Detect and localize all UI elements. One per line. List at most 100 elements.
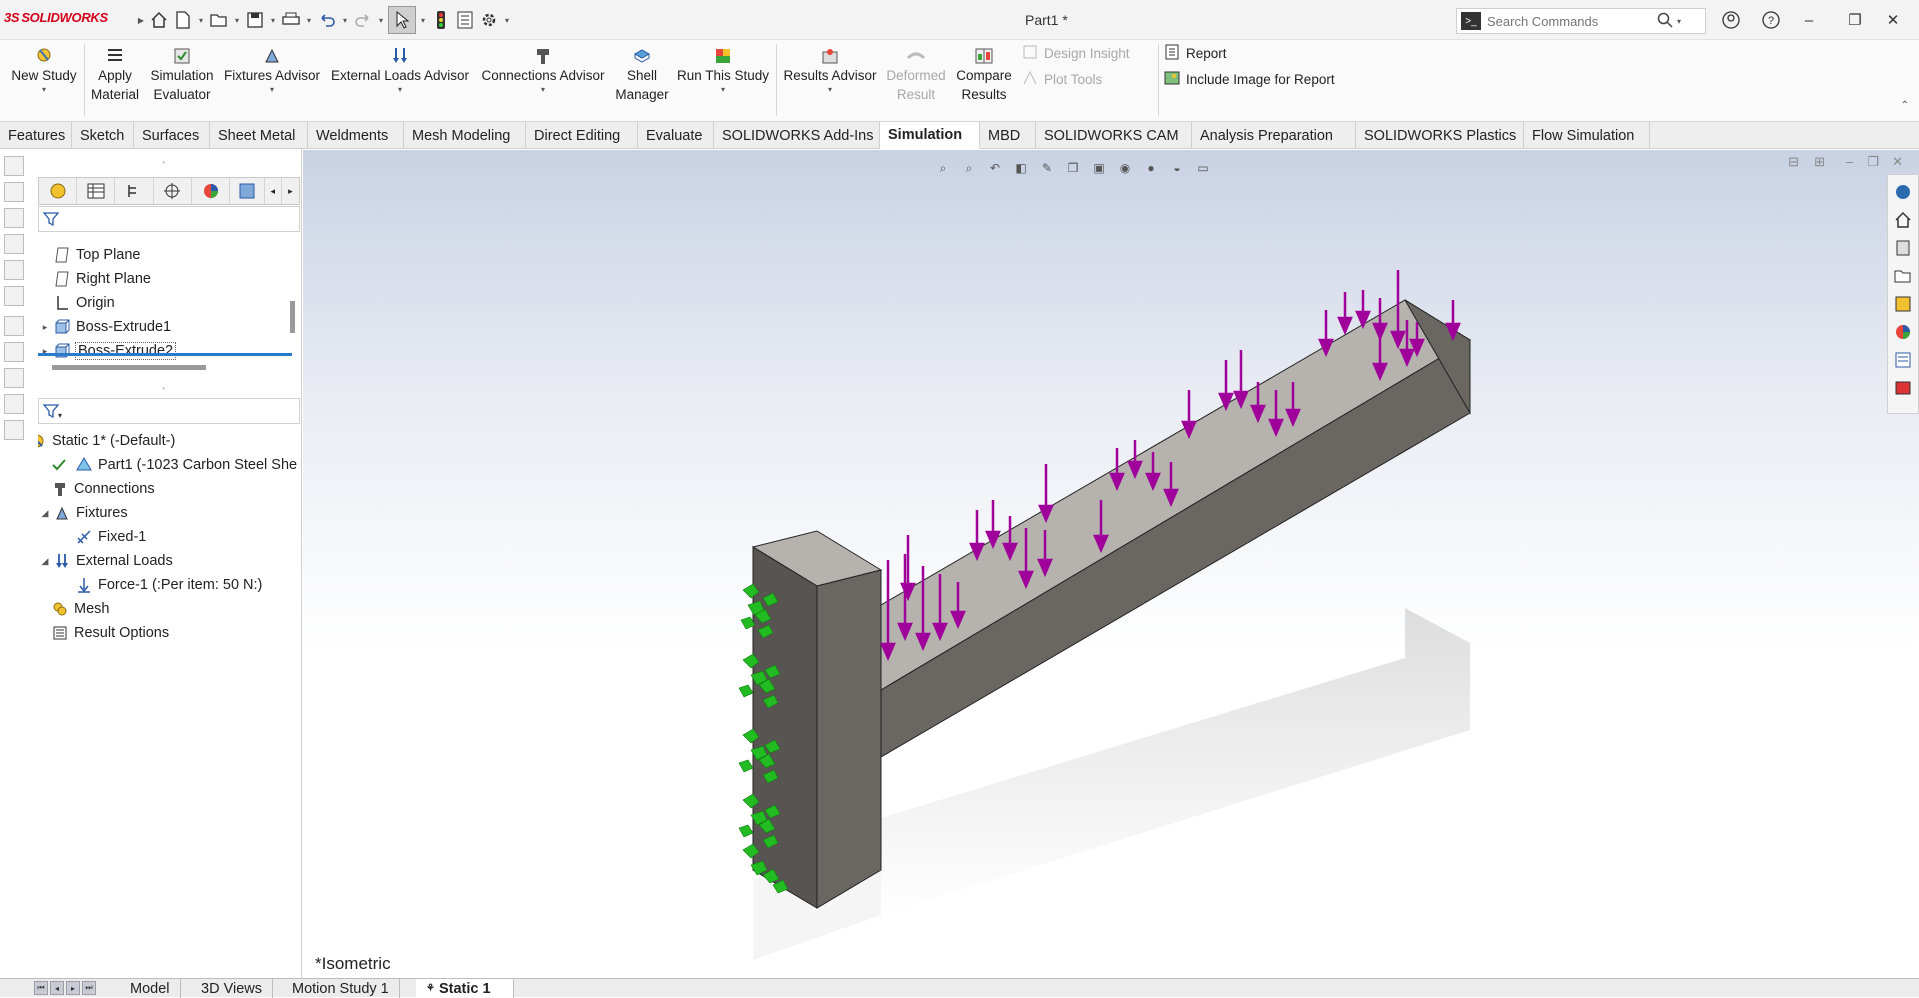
shell-manager-button[interactable]: Shell Manager: [612, 44, 672, 104]
restore-icon[interactable]: ❐: [1842, 8, 1868, 32]
results-advisor-button[interactable]: Results Advisor ▾: [780, 44, 880, 95]
filter-icon[interactable]: [42, 211, 60, 230]
undo-icon[interactable]: [316, 9, 338, 31]
configuration-manager-tab-icon[interactable]: [115, 178, 154, 204]
chevron-down-icon[interactable]: ▾: [8, 85, 80, 95]
tree-item-fixed-1[interactable]: Fixed-1: [38, 525, 300, 549]
rollback-bar[interactable]: [38, 353, 292, 356]
tab-surfaces[interactable]: Surfaces: [134, 122, 210, 149]
tree-item-connections[interactable]: Connections: [38, 477, 300, 501]
tree-item-boss-extrude2[interactable]: ▸ Boss-Extrude2: [38, 339, 300, 363]
previous-tab-icon[interactable]: ◂: [50, 981, 64, 995]
next-tab-icon[interactable]: ▸: [66, 981, 80, 995]
report-button[interactable]: Report: [1164, 44, 1227, 63]
tree-item-fixtures[interactable]: ◢ Fixtures: [38, 501, 300, 525]
study-tool-icon[interactable]: [4, 368, 24, 388]
chevron-down-icon[interactable]: ▾: [780, 85, 880, 95]
chevron-down-icon[interactable]: ▾: [232, 16, 242, 25]
tab-solidworks-plastics[interactable]: SOLIDWORKS Plastics: [1356, 122, 1524, 149]
first-tab-icon[interactable]: ⏮: [34, 981, 48, 995]
tree-scrollbar[interactable]: [290, 301, 295, 333]
chevron-down-icon[interactable]: ▾: [376, 16, 386, 25]
tab-weldments[interactable]: Weldments: [308, 122, 404, 149]
user-account-icon[interactable]: [1718, 8, 1744, 32]
apply-material-button[interactable]: Apply Material: [88, 44, 142, 104]
print-icon[interactable]: [280, 9, 302, 31]
tree-item-right-plane[interactable]: Right Plane: [38, 267, 300, 291]
external-loads-advisor-button[interactable]: External Loads Advisor ▾: [328, 44, 472, 95]
file-explorer-icon[interactable]: [1892, 265, 1914, 287]
sheet-icon[interactable]: [4, 260, 24, 280]
grip-icon[interactable]: ◦: [162, 383, 165, 393]
last-tab-icon[interactable]: ⏭: [82, 981, 96, 995]
tab-analysis-preparation[interactable]: Analysis Preparation: [1192, 122, 1356, 149]
home-icon[interactable]: [148, 9, 170, 31]
close-icon[interactable]: ✕: [1880, 8, 1906, 32]
tab-mbd[interactable]: MBD: [980, 122, 1036, 149]
tab-flow-simulation[interactable]: Flow Simulation: [1524, 122, 1650, 149]
tab-model[interactable]: Model: [120, 979, 181, 998]
sheet-icon[interactable]: [4, 208, 24, 228]
tree-item-external-loads[interactable]: ◢ External Loads: [38, 549, 300, 573]
design-library-icon[interactable]: [1892, 237, 1914, 259]
new-study-button[interactable]: New Study ▾: [8, 44, 80, 95]
graphics-area[interactable]: ⌕ ⌕ ↶ ◧ ✎ ❒ ▣ ◉ ● ◒ ▭ ⊟ ⊞ – ❐ ✕ *Isometr…: [303, 150, 1919, 978]
study-tool-icon[interactable]: [4, 342, 24, 362]
chevron-down-icon[interactable]: ▾: [418, 16, 428, 25]
sheet-icon[interactable]: [4, 286, 24, 306]
simulation-tab-icon[interactable]: [230, 178, 265, 204]
chevron-down-icon[interactable]: ▾: [502, 16, 512, 25]
property-manager-tab-icon[interactable]: [77, 178, 116, 204]
tab-mesh-modeling[interactable]: Mesh Modeling: [404, 122, 526, 149]
options-gear-icon[interactable]: [478, 9, 500, 31]
tree-item-part[interactable]: Part1 (-1023 Carbon Steel She: [38, 453, 300, 477]
sheet-icon[interactable]: [4, 156, 24, 176]
study-tool-icon[interactable]: [4, 316, 24, 336]
tree-item-force-1[interactable]: Force-1 (:Per item: 50 N:): [38, 573, 300, 597]
help-icon[interactable]: ?: [1758, 8, 1784, 32]
custom-properties-icon[interactable]: [1892, 349, 1914, 371]
scroll-right-icon[interactable]: ▸: [282, 178, 299, 204]
tab-features[interactable]: Features: [0, 122, 72, 149]
chevron-down-icon[interactable]: ▾: [476, 85, 610, 95]
chevron-down-icon[interactable]: ▾: [340, 16, 350, 25]
chevron-down-icon[interactable]: ▾: [1677, 17, 1681, 26]
redo-icon[interactable]: [352, 9, 374, 31]
tree-item-mesh[interactable]: Mesh: [38, 597, 300, 621]
tab-solidworks-cam[interactable]: SOLIDWORKS CAM: [1036, 122, 1192, 149]
feature-filter-box[interactable]: [38, 206, 300, 232]
study-tool-icon[interactable]: [4, 420, 24, 440]
chevron-down-icon[interactable]: ▾: [304, 16, 314, 25]
expand-menu-icon[interactable]: ▶: [136, 16, 146, 25]
fixtures-advisor-button[interactable]: Fixtures Advisor ▾: [222, 44, 322, 95]
tab-solidworks-add-ins[interactable]: SOLIDWORKS Add-Ins: [714, 122, 880, 149]
tab-3d-views[interactable]: 3D Views: [191, 979, 273, 998]
sheet-icon[interactable]: [4, 182, 24, 202]
solidworks-resources-icon[interactable]: [1892, 181, 1914, 203]
file-properties-icon[interactable]: [454, 9, 476, 31]
expand-arrow-icon[interactable]: ▸: [38, 322, 52, 333]
study-filter-box[interactable]: ▾: [38, 398, 300, 424]
include-image-for-report-button[interactable]: Include Image for Report: [1164, 70, 1335, 89]
search-input[interactable]: [1487, 13, 1657, 29]
chevron-down-icon[interactable]: ▾: [196, 16, 206, 25]
open-folder-icon[interactable]: [208, 9, 230, 31]
dimxpert-tab-icon[interactable]: [154, 178, 192, 204]
search-commands-box[interactable]: >_ ▾: [1456, 8, 1706, 34]
tab-sheet-metal[interactable]: Sheet Metal: [210, 122, 308, 149]
collapse-ribbon-icon[interactable]: ⌃: [1901, 100, 1909, 111]
tab-static-1[interactable]: ⚘ Static 1: [416, 979, 514, 998]
solidworks-logo[interactable]: 3S SOLIDWORKS: [4, 10, 108, 25]
tab-motion-study-1[interactable]: Motion Study 1: [282, 979, 400, 998]
tree-item-top-plane[interactable]: Top Plane: [38, 243, 300, 267]
study-tool-icon[interactable]: [4, 394, 24, 414]
scroll-left-icon[interactable]: ◂: [265, 178, 282, 204]
new-document-icon[interactable]: [172, 9, 194, 31]
tab-evaluate[interactable]: Evaluate: [638, 122, 714, 149]
tree-item-static-study[interactable]: Static 1* (-Default-): [38, 429, 300, 453]
collapse-arrow-icon[interactable]: ◢: [38, 508, 52, 519]
chevron-down-icon[interactable]: ▾: [222, 85, 322, 95]
chevron-down-icon[interactable]: ▾: [328, 85, 472, 95]
chevron-down-icon[interactable]: ▾: [268, 16, 278, 25]
sheet-icon[interactable]: [4, 234, 24, 254]
